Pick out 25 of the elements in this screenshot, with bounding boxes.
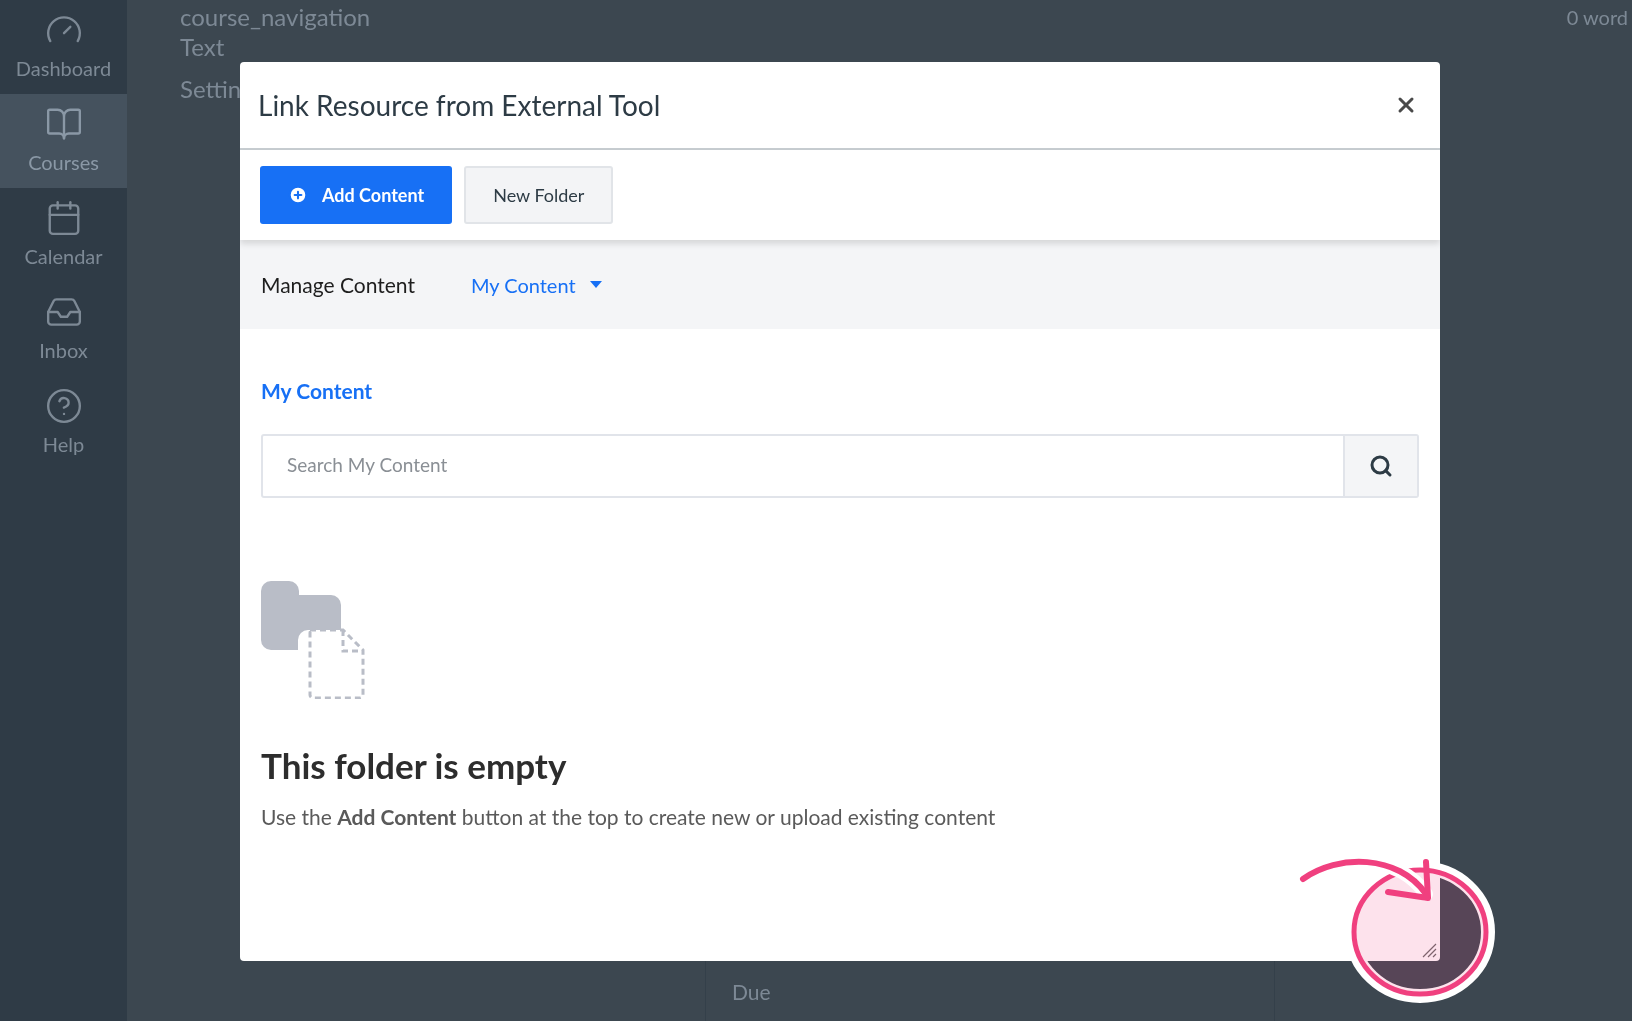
search-button[interactable] <box>1343 435 1417 496</box>
help-icon <box>44 387 83 425</box>
plus-icon <box>288 185 308 205</box>
section-heading: My Content <box>261 377 374 405</box>
page-text: Text <box>180 32 225 62</box>
manage-content-label: Manage Content <box>261 270 415 299</box>
empty-folder-icon <box>261 580 367 699</box>
page-text: course_navigation <box>180 2 371 32</box>
sidebar-item[interactable]: Dashboard <box>0 0 127 94</box>
resize-grip-icon <box>1421 942 1437 958</box>
empty-state-heading: This folder is empty <box>261 742 568 788</box>
sidebar-item[interactable]: Help <box>0 376 127 470</box>
page-text: Settin <box>180 74 242 104</box>
add-content-button[interactable]: Add Content <box>260 166 453 224</box>
due-label: Due <box>732 979 771 1004</box>
word-count: 0 word <box>1566 4 1628 31</box>
new-folder-button[interactable]: New Folder <box>464 166 614 224</box>
sidebar-item[interactable]: Inbox <box>0 282 127 376</box>
empty-state-message: Use the Add Content button at the top to create new or upload existing content <box>261 803 997 831</box>
sidebar-item[interactable]: Courses <box>0 94 127 188</box>
caret-icon <box>589 281 602 288</box>
content-dropdown[interactable]: My Content <box>470 269 602 300</box>
search-icon <box>1369 453 1393 478</box>
dialog-title: Link Resource from External Tool <box>258 87 661 124</box>
sidebar-item[interactable]: Calendar <box>0 188 127 282</box>
